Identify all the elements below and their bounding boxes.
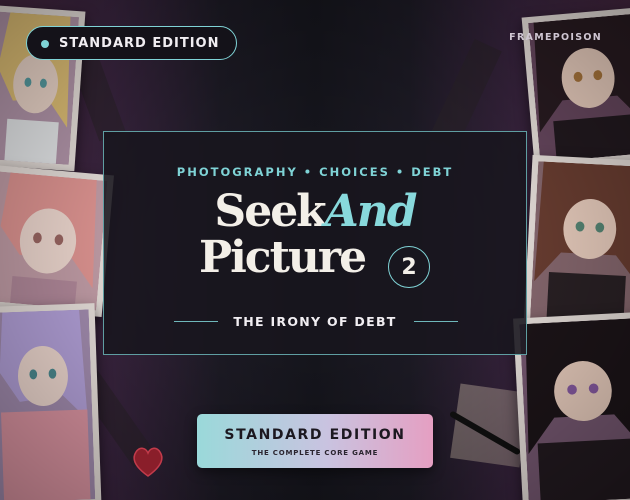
standard-edition-button[interactable]: STANDARD EDITION THE COMPLETE CORE GAME: [197, 414, 433, 468]
game-subtitle: THE IRONY OF DEBT: [233, 314, 397, 329]
subtitle-row: THE IRONY OF DEBT: [104, 314, 526, 329]
character-photo: [523, 154, 630, 334]
title-card: PHOTOGRAPHY • CHOICES • DEBT SeekAnd Pic…: [103, 131, 527, 355]
tagline: PHOTOGRAPHY • CHOICES • DEBT: [176, 165, 454, 179]
character-photo: [513, 311, 630, 500]
divider-line: [414, 321, 458, 322]
publisher-label: FRAMEPOISON: [509, 32, 602, 43]
game-title-and: And: [324, 186, 418, 237]
character-photo: [0, 303, 102, 500]
character-photo: [0, 165, 114, 317]
heart-keychain-icon: [133, 447, 163, 477]
edition-badge: STANDARD EDITION: [26, 26, 237, 60]
status-dot-icon: [41, 40, 49, 48]
cta-sublabel: THE COMPLETE CORE GAME: [251, 449, 379, 457]
game-title-seek: Seek: [214, 186, 326, 237]
edition-badge-label: STANDARD EDITION: [59, 35, 220, 51]
game-title-line1: SeekAnd: [104, 190, 526, 234]
hero-banner: STANDARD EDITION FRAMEPOISON PHOTOGRAPHY…: [0, 0, 630, 500]
sequel-number-badge: 2: [388, 246, 430, 288]
game-title-line2: Picture: [199, 232, 367, 283]
cta-label: STANDARD EDITION: [224, 427, 406, 443]
